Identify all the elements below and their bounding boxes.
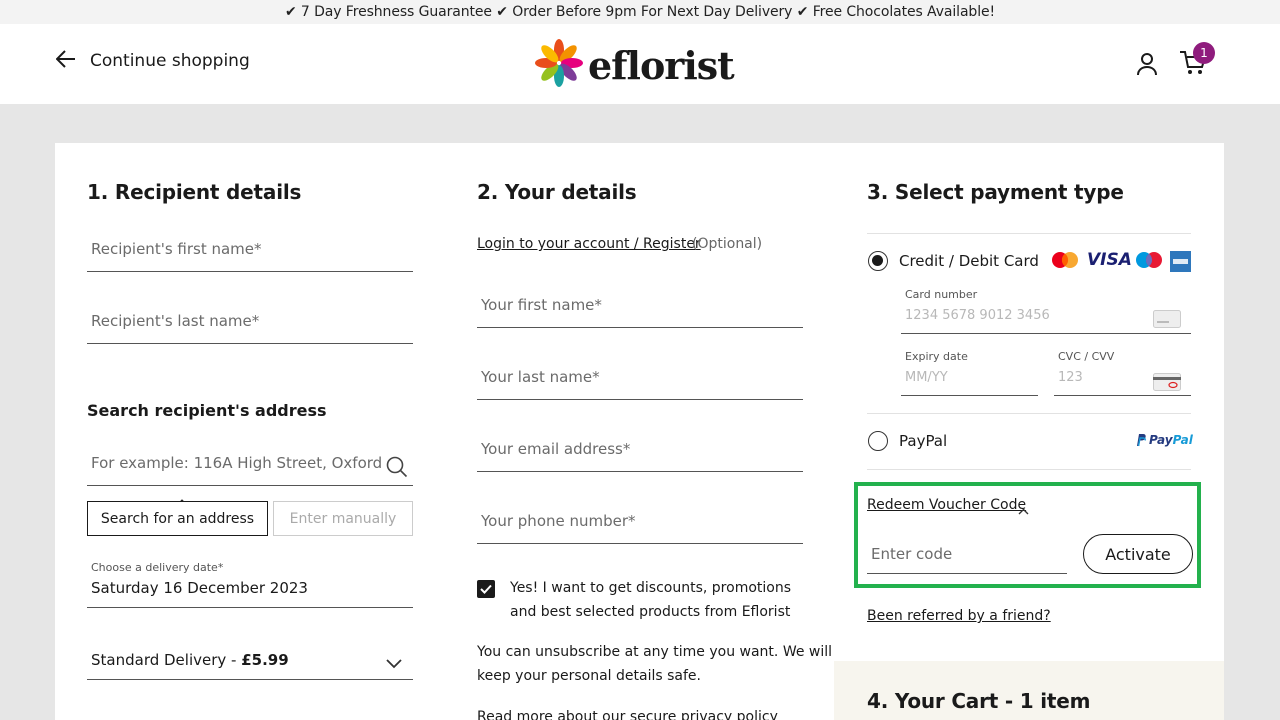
delivery-date-value: Saturday 16 December 2023	[91, 579, 308, 597]
paypal-option-label: PayPal	[899, 432, 948, 450]
recipient-last-name-placeholder: Recipient's last name*	[91, 312, 260, 330]
logo-wordmark: eflorist	[588, 42, 735, 88]
maestro-icon	[1134, 250, 1164, 276]
privacy-policy-text[interactable]: Read more about our secure privacy polic…	[477, 705, 778, 720]
card-radio[interactable]	[868, 251, 888, 271]
recipient-first-name-field[interactable]: Recipient's first name*	[87, 228, 413, 272]
continue-shopping-link[interactable]: Continue shopping	[55, 50, 250, 72]
phone-placeholder: Your phone number*	[481, 512, 636, 530]
first-name-placeholder: Your first name*	[481, 296, 602, 314]
address-search-input[interactable]: For example: 116A High Street, Oxford	[87, 442, 413, 486]
tab-enter-manually[interactable]: Enter manually	[273, 501, 413, 536]
checkmark-icon	[480, 584, 492, 594]
activate-button[interactable]: Activate	[1083, 534, 1193, 574]
tab-search-address[interactable]: Search for an address	[87, 501, 268, 536]
chevron-down-icon	[386, 654, 402, 673]
delivery-option-select[interactable]: Standard Delivery - £5.99	[87, 636, 413, 680]
visa-icon: VISA	[1087, 250, 1132, 270]
cvc-label: CVC / CVV	[1058, 350, 1115, 363]
expiry-input[interactable]: MM/YY	[901, 366, 1038, 396]
card-number-input[interactable]: 1234 5678 9012 3456	[901, 304, 1191, 334]
card-number-label: Card number	[905, 288, 978, 301]
delivery-date-label: Choose a delivery date*	[91, 561, 224, 574]
delivery-date-field[interactable]: Choose a delivery date* Saturday 16 Dece…	[87, 558, 413, 608]
delivery-option-name: Standard Delivery -	[91, 651, 242, 669]
promo-text: ✔ 7 Day Freshness Guarantee ✔ Order Befo…	[284, 4, 996, 20]
marketing-checkbox[interactable]	[477, 580, 495, 598]
phone-field[interactable]: Your phone number*	[477, 500, 803, 544]
optional-note: (Optional)	[692, 236, 763, 252]
recipient-last-name-field[interactable]: Recipient's last name*	[87, 300, 413, 344]
email-field[interactable]: Your email address*	[477, 428, 803, 472]
divider	[867, 469, 1191, 470]
delivery-option-price: £5.99	[241, 651, 289, 669]
unsubscribe-text: You can unsubscribe at any time you want…	[477, 640, 832, 688]
delivery-option-label: Standard Delivery - £5.99	[91, 651, 289, 669]
cvc-input[interactable]: 123	[1054, 366, 1191, 396]
header: Continue shopping eflorist 1	[0, 24, 1280, 104]
cart-count-badge: 1	[1193, 42, 1215, 64]
expiry-label: Expiry date	[905, 350, 968, 363]
marketing-line-2: and best selected products from Eflorist	[510, 604, 791, 620]
arrow-left-icon	[55, 50, 76, 72]
paypal-p-icon	[1137, 434, 1146, 447]
unsubscribe-line-2: keep your personal details safe.	[477, 668, 701, 684]
flower-logo-icon	[534, 38, 584, 92]
search-icon[interactable]	[386, 456, 408, 482]
redeem-voucher-link[interactable]: Redeem Voucher Code	[867, 497, 1026, 513]
account-icon[interactable]	[1136, 52, 1158, 80]
login-register-link[interactable]: Login to your account / Register	[477, 236, 701, 252]
eflorist-logo[interactable]: eflorist	[534, 38, 735, 92]
expiry-placeholder: MM/YY	[905, 370, 948, 385]
first-name-field[interactable]: Your first name*	[477, 284, 803, 328]
last-name-field[interactable]: Your last name*	[477, 356, 803, 400]
recipient-details-title: 1. Recipient details	[87, 180, 302, 204]
marketing-consent-text: Yes! I want to get discounts, promotions…	[510, 576, 791, 624]
amex-icon	[1170, 251, 1191, 276]
paypal-radio[interactable]	[868, 431, 888, 451]
paypal-wordmark: PayPal	[1149, 433, 1193, 447]
cart-title: 4. Your Cart - 1 item	[867, 689, 1091, 713]
divider	[867, 413, 1191, 414]
address-search-placeholder: For example: 116A High Street, Oxford	[91, 454, 383, 472]
card-number-placeholder: 1234 5678 9012 3456	[905, 308, 1050, 323]
email-placeholder: Your email address*	[481, 440, 631, 458]
recipient-first-name-placeholder: Recipient's first name*	[91, 240, 262, 258]
cvc-placeholder: 123	[1058, 370, 1083, 385]
voucher-code-placeholder: Enter code	[871, 545, 953, 563]
promo-bar: ✔ 7 Day Freshness Guarantee ✔ Order Befo…	[0, 0, 1280, 24]
card-icon	[1153, 310, 1181, 332]
your-details-title: 2. Your details	[477, 180, 637, 204]
marketing-line-1: Yes! I want to get discounts, promotions	[510, 580, 792, 596]
voucher-code-input[interactable]: Enter code	[867, 530, 1067, 574]
paypal-logo: PayPal	[1135, 433, 1193, 447]
mastercard-icon	[1050, 250, 1080, 276]
unsubscribe-line-1: You can unsubscribe at any time you want…	[477, 644, 833, 660]
cvc-card-icon	[1153, 373, 1181, 395]
chevron-up-icon[interactable]	[1018, 500, 1029, 519]
card-option-label: Credit / Debit Card	[899, 252, 1039, 270]
referral-link[interactable]: Been referred by a friend?	[867, 608, 1051, 624]
last-name-placeholder: Your last name*	[481, 368, 600, 386]
search-address-heading: Search recipient's address	[87, 401, 327, 420]
divider	[867, 233, 1191, 234]
payment-type-title: 3. Select payment type	[867, 180, 1124, 204]
continue-shopping-label: Continue shopping	[90, 51, 250, 71]
